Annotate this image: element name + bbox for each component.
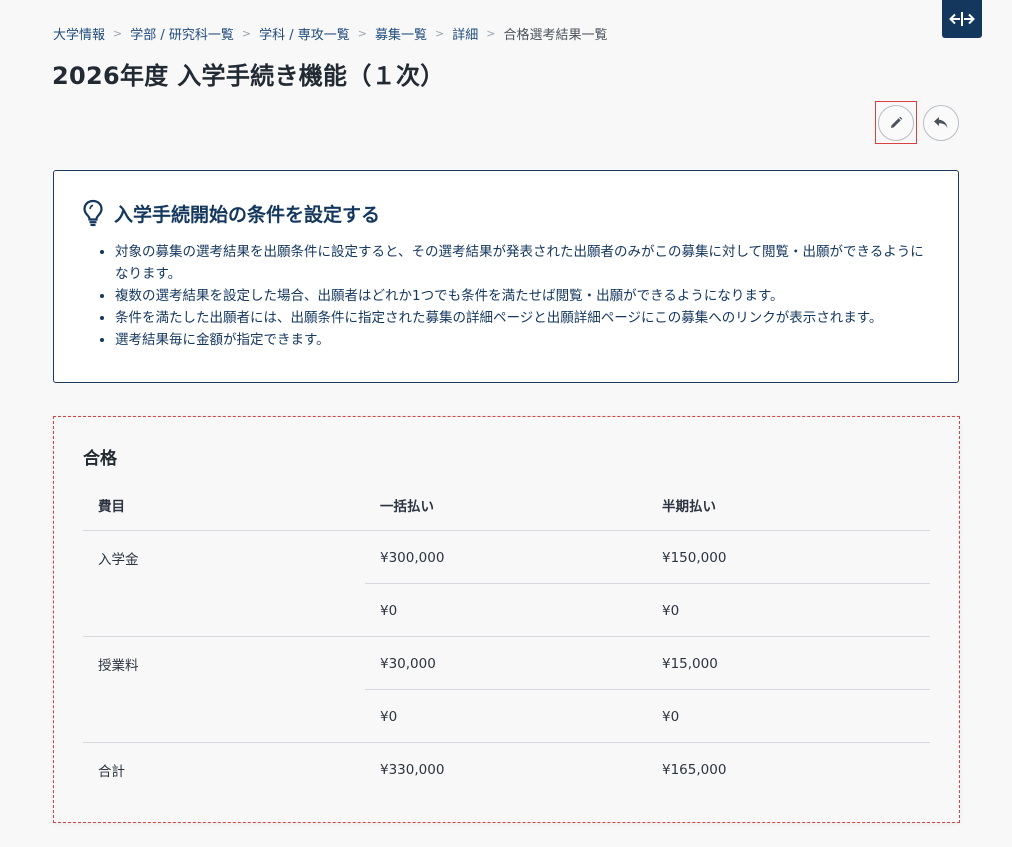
table-row: 入学金 ¥300,000 ¥150,000 [83, 531, 930, 584]
fee-item: 合計 [98, 763, 125, 780]
reply-arrow-icon [934, 116, 948, 128]
info-header: 入学手続開始の条件を設定する [82, 199, 928, 227]
fee-item: 授業料 [98, 657, 139, 674]
info-list-item: 複数の選考結果を設定した場合、出願者はどれか1つでも条件を満たせば閲覧・出願がで… [115, 285, 928, 307]
breadcrumb-separator-icon: > [486, 27, 496, 40]
header-item: 費目 [98, 498, 125, 515]
condition-info-panel: 入学手続開始の条件を設定する 対象の募集の選考結果を出願条件に設定すると、その選… [53, 170, 959, 383]
table-row: ¥0 ¥0 [83, 690, 930, 743]
breadcrumb-link-university[interactable]: 大学情報 [53, 24, 105, 43]
info-title: 入学手続開始の条件を設定する [114, 203, 381, 226]
edit-button-highlight [875, 101, 917, 144]
breadcrumb-link-detail[interactable]: 詳細 [452, 24, 478, 43]
header-lump-sum: 一括払い [380, 498, 434, 515]
edit-button[interactable] [878, 104, 914, 141]
info-list-item: 条件を満たした出願者には、出願条件に指定された募集の詳細ページと出願詳細ページに… [115, 307, 928, 329]
page-actions [875, 101, 959, 144]
breadcrumb-separator-icon: > [435, 27, 445, 40]
lump-sum-amount: ¥0 [380, 708, 398, 725]
breadcrumb-link-recruitments[interactable]: 募集一覧 [375, 24, 427, 43]
result-title: 合格 [83, 449, 117, 469]
fee-table: 費目 一括払い 半期払い 入学金 ¥300,000 ¥150,000 ¥0 ¥0… [83, 478, 930, 796]
breadcrumb-link-departments[interactable]: 学科 / 専攻一覧 [259, 24, 350, 43]
breadcrumb-separator-icon: > [113, 27, 123, 40]
table-row: 授業料 ¥30,000 ¥15,000 [83, 637, 930, 690]
half-year-amount: ¥0 [662, 602, 680, 619]
table-row-total: 合計 ¥330,000 ¥165,000 [83, 743, 930, 796]
expand-horizontal-icon [949, 12, 975, 26]
lightbulb-icon [83, 199, 103, 227]
back-button[interactable] [923, 104, 959, 141]
breadcrumb-separator-icon: > [241, 27, 252, 40]
info-list-item: 選考結果毎に金額が指定できます。 [115, 329, 928, 351]
breadcrumb-current: 合格選考結果一覧 [503, 28, 608, 43]
breadcrumb-separator-icon: > [357, 27, 367, 40]
half-year-amount: ¥15,000 [662, 655, 718, 672]
info-list-item: 対象の募集の選考結果を出願条件に設定すると、その選考結果が発表された出願者のみが… [115, 241, 928, 285]
breadcrumb: 大学情報 > 学部 / 研究科一覧 > 学科 / 専攻一覧 > 募集一覧 > 詳… [53, 24, 607, 43]
pencil-icon [891, 116, 903, 128]
page-title: 2026年度 入学手続き機能（１次） [52, 62, 445, 90]
breadcrumb-link-faculties[interactable]: 学部 / 研究科一覧 [130, 24, 234, 43]
fee-item: 入学金 [98, 551, 139, 568]
half-year-amount: ¥150,000 [662, 549, 727, 566]
expand-width-button[interactable] [942, 0, 982, 38]
header-half-year: 半期払い [662, 498, 716, 515]
lump-sum-amount: ¥30,000 [380, 655, 436, 672]
half-year-amount: ¥165,000 [662, 761, 727, 778]
table-row: ¥0 ¥0 [83, 584, 930, 637]
lump-sum-amount: ¥0 [380, 602, 398, 619]
info-list: 対象の募集の選考結果を出願条件に設定すると、その選考結果が発表された出願者のみが… [82, 241, 928, 351]
half-year-amount: ¥0 [662, 708, 680, 725]
lump-sum-amount: ¥300,000 [380, 549, 445, 566]
selection-result-card: 合格 費目 一括払い 半期払い 入学金 ¥300,000 ¥150,000 ¥0… [53, 416, 960, 823]
lump-sum-amount: ¥330,000 [380, 761, 445, 778]
fee-table-header: 費目 一括払い 半期払い [83, 478, 930, 531]
